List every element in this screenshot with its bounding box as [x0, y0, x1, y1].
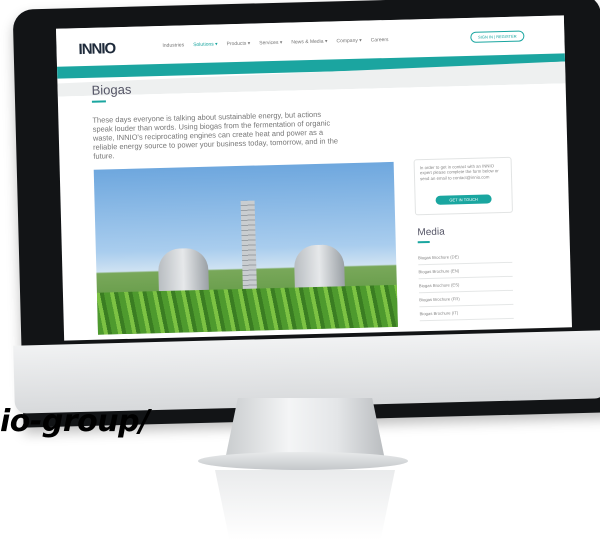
silo-right [293, 244, 345, 292]
media-list: Biogas Brochure (DE) Biogas Brochure (EN… [417, 248, 514, 322]
site-logo[interactable]: INNIO [78, 40, 115, 58]
nav-item-industries[interactable]: Industries [162, 42, 184, 49]
media-link-it[interactable]: Biogas Brochure (IT) [419, 304, 514, 322]
nav-item-services[interactable]: Services ▾ [259, 40, 282, 47]
nav-item-solutions[interactable]: Solutions ▾ [193, 41, 218, 48]
page-title: Biogas [91, 81, 132, 98]
media-underline [417, 240, 430, 243]
sign-in-button[interactable]: SIGN IN | REGISTER [470, 30, 525, 43]
contact-text: In order to get in contact with an INNIO… [419, 163, 499, 182]
stand-reflection [215, 470, 395, 540]
nav-item-products[interactable]: Products ▾ [227, 41, 251, 48]
corn-field [96, 284, 398, 335]
nav-item-careers[interactable]: Careers [371, 37, 389, 43]
get-in-touch-button[interactable]: GET IN TOUCH [435, 194, 492, 205]
biogas-plant-image [93, 161, 398, 335]
media-heading: Media [417, 226, 445, 239]
contact-box: In order to get in contact with an INNIO… [413, 156, 513, 216]
nav-item-news-media[interactable]: News & Media ▾ [291, 39, 327, 46]
overlay-url-text: io-group/ [0, 404, 150, 439]
intro-paragraph: These days everyone is talking about sus… [92, 109, 339, 161]
nav-item-company[interactable]: Company ▾ [336, 38, 361, 45]
silo-left [157, 247, 209, 296]
monitor-stand [225, 398, 385, 460]
title-underline [91, 100, 106, 103]
grain-tower [240, 200, 257, 291]
monitor-base [198, 452, 408, 470]
monitor-screen: INNIO Industries Solutions ▾ Products ▾ … [56, 15, 572, 341]
main-nav: Industries Solutions ▾ Products ▾ Servic… [162, 37, 388, 49]
